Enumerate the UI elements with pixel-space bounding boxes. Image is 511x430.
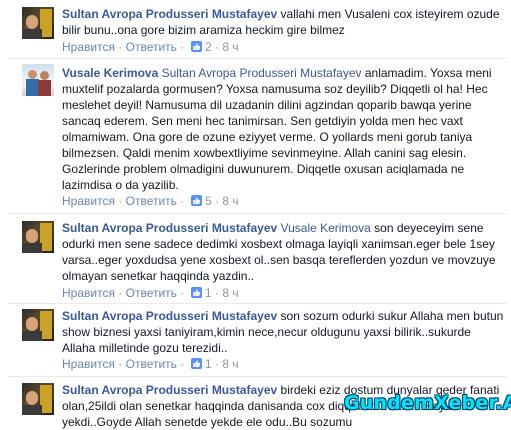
comment-item: Vusale Kerimova Sultan Avropa Produsseri… [0, 58, 511, 213]
thumbs-up-icon [190, 286, 202, 298]
reply-button[interactable]: Ответить [126, 40, 177, 54]
separator: · [180, 40, 185, 54]
comment-text: Sultan Avropa Produsseri Mustafayev vall… [62, 6, 506, 38]
avatar[interactable] [22, 383, 54, 415]
comment-time[interactable]: 8 ч [222, 286, 238, 300]
thumbs-up-icon [190, 40, 202, 52]
separator: · [215, 40, 219, 54]
comment-text: Sultan Avropa Produsseri Mustafayev son … [62, 308, 506, 356]
comment-body: anlamadim. Yoxsa meni muxtelif pozalarda… [62, 66, 492, 192]
comment-item: Sultan Avropa Produsseri Mustafayev son … [0, 303, 511, 376]
avatar[interactable] [22, 7, 54, 39]
comment-actions: Нравится · Ответить · 2 · 8 ч [62, 39, 239, 55]
like-count[interactable]: 2 [188, 40, 215, 54]
avatar[interactable] [22, 221, 54, 253]
separator: · [215, 194, 219, 208]
like-count[interactable]: 1 [188, 357, 215, 371]
comment-item: Sultan Avropa Produsseri Mustafayev Vusa… [0, 213, 511, 303]
avatar[interactable] [22, 309, 54, 341]
comment-mention[interactable]: Sultan Avropa Produsseri Mustafayev [162, 66, 362, 80]
comment-author[interactable]: Vusale Kerimova [62, 66, 158, 80]
separator: · [118, 357, 123, 371]
separator: · [180, 357, 185, 371]
thumbs-up-icon [190, 194, 202, 206]
like-button[interactable]: Нравится [62, 194, 115, 208]
comment-author[interactable]: Sultan Avropa Produsseri Mustafayev [62, 7, 277, 21]
separator: · [215, 357, 219, 371]
like-count-value: 2 [204, 40, 212, 54]
like-button[interactable]: Нравится [62, 357, 115, 371]
comment-author[interactable]: Sultan Avropa Produsseri Mustafayev [62, 309, 277, 323]
comment-actions: Нравится · Ответить · 1 · 8 ч [62, 285, 239, 301]
like-count-value: 1 [204, 286, 212, 300]
comment-mention[interactable]: Vusale Kerimova [281, 221, 371, 235]
comment-time[interactable]: 8 ч [222, 40, 238, 54]
separator: · [118, 40, 123, 54]
thumbs-up-icon [190, 357, 202, 369]
comment-text: Sultan Avropa Produsseri Mustafayev Vusa… [62, 220, 506, 284]
like-count-value: 5 [204, 194, 212, 208]
like-count-value: 1 [204, 357, 212, 371]
comment-actions: Нравится · Ответить · 5 · 8 ч [62, 193, 239, 209]
reply-button[interactable]: Ответить [126, 357, 177, 371]
separator: · [118, 286, 123, 300]
comment-time[interactable]: 8 ч [222, 194, 238, 208]
separator: · [215, 286, 219, 300]
like-button[interactable]: Нравится [62, 40, 115, 54]
comment-actions: Нравится · Ответить · 1 · 8 ч [62, 356, 239, 372]
comment-author[interactable]: Sultan Avropa Produsseri Mustafayev [62, 221, 277, 235]
watermark: GundemXeber.Az [344, 392, 511, 414]
comment-divider [8, 213, 507, 214]
avatar[interactable] [22, 64, 54, 96]
comment-text: Vusale Kerimova Sultan Avropa Produsseri… [62, 65, 506, 193]
comment-item: Sultan Avropa Produsseri Mustafayev vall… [0, 0, 511, 58]
reply-button[interactable]: Ответить [126, 194, 177, 208]
comments-thread: Sultan Avropa Produsseri Mustafayev vall… [0, 0, 511, 430]
comment-divider [8, 303, 507, 304]
like-button[interactable]: Нравится [62, 286, 115, 300]
reply-button[interactable]: Ответить [126, 286, 177, 300]
comment-divider [8, 58, 507, 59]
separator: · [180, 286, 185, 300]
like-count[interactable]: 5 [188, 194, 215, 208]
comment-author[interactable]: Sultan Avropa Produsseri Mustafayev [62, 383, 277, 397]
separator: · [118, 194, 123, 208]
comment-time[interactable]: 8 ч [222, 357, 238, 371]
like-count[interactable]: 1 [188, 286, 215, 300]
separator: · [180, 194, 185, 208]
comment-divider [8, 376, 507, 377]
